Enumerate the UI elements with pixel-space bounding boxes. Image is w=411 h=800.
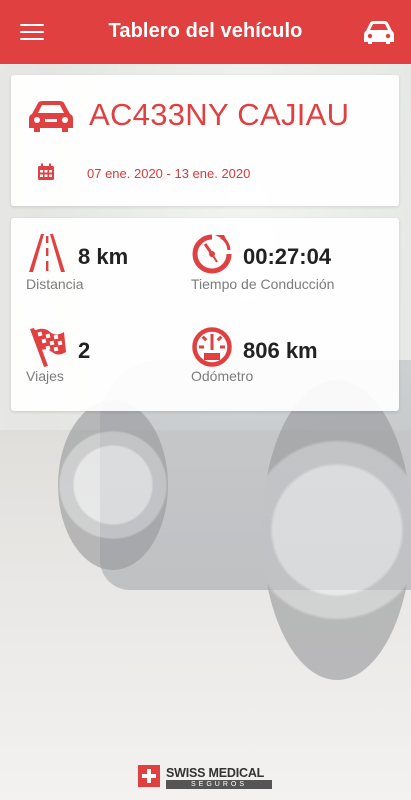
- car-icon[interactable]: [362, 17, 396, 47]
- app-bar: Tablero del vehículo: [0, 0, 411, 64]
- checkered-flag-icon: [30, 328, 66, 367]
- driving-time-label: Tiempo de Conducción: [191, 276, 335, 292]
- road-icon: [29, 234, 65, 272]
- distance-value: 8 km: [78, 244, 129, 269]
- stats-card: 8 km Distancia 00:27:04 Tiempo de Conduc…: [11, 218, 399, 411]
- car-icon: [29, 101, 73, 132]
- odometer-label: Odómetro: [191, 368, 254, 384]
- page-title: Tablero del vehículo: [108, 20, 303, 42]
- brand-subtitle: SEGUROS: [166, 780, 272, 789]
- odometer-value: 806 km: [243, 338, 318, 363]
- stopwatch-icon: [192, 234, 232, 274]
- date-range[interactable]: 07 ene. 2020 - 13 ene. 2020: [87, 166, 250, 181]
- gauge-icon: [192, 327, 232, 367]
- driving-time-value: 00:27:04: [243, 244, 332, 269]
- swiss-cross-icon: [138, 765, 160, 787]
- swiss-medical-logo: SWISS MEDICAL SEGUROS: [138, 763, 274, 793]
- trips-value: 2: [78, 338, 91, 363]
- vehicle-plate: AC433NY CAJIAU: [89, 97, 350, 132]
- brand-name: SWISS MEDICAL: [166, 766, 265, 780]
- calendar-icon[interactable]: [37, 163, 55, 181]
- vehicle-card[interactable]: AC433NY CAJIAU 07 ene. 2020 - 13 ene. 20…: [11, 75, 399, 206]
- trips-label: Viajes: [26, 368, 64, 384]
- distance-label: Distancia: [26, 276, 84, 292]
